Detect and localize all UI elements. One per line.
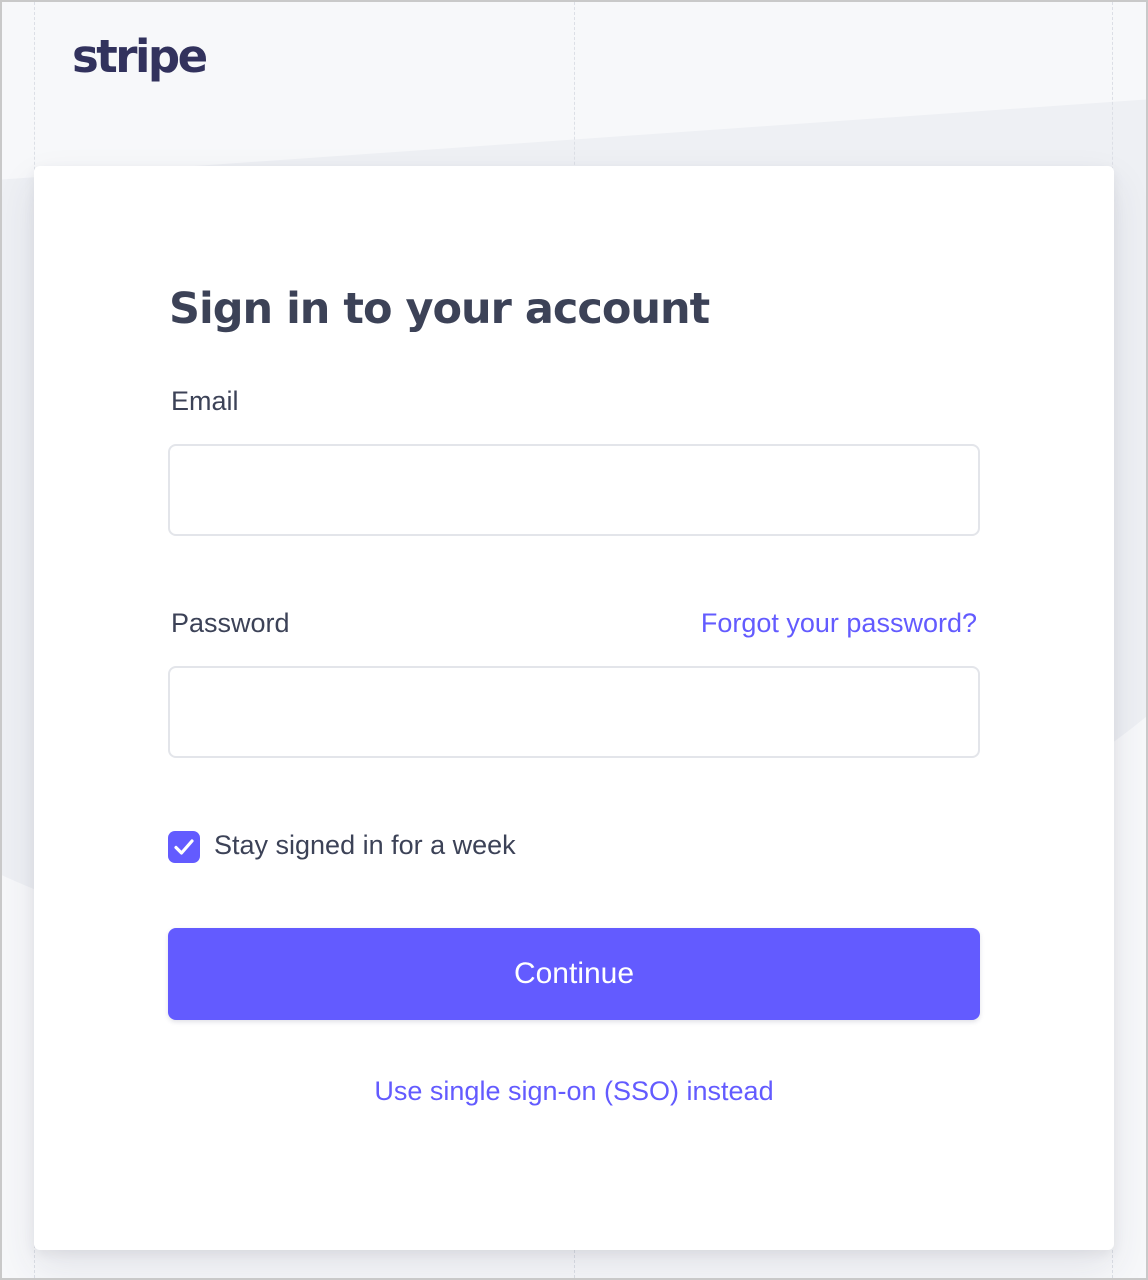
password-field[interactable] [168,666,980,758]
continue-button[interactable]: Continue [168,928,980,1020]
page-frame: stripe Sign in to your account Email Pas… [0,0,1148,1280]
forgot-password-link[interactable]: Forgot your password? [701,608,977,639]
sso-link[interactable]: Use single sign-on (SSO) instead [34,1076,1114,1107]
check-icon [174,839,194,855]
signin-card: Sign in to your account Email Password F… [34,166,1114,1250]
stripe-logo[interactable]: stripe [72,30,208,83]
stay-signed-in-checkbox[interactable] [168,831,200,863]
stay-signed-in-label[interactable]: Stay signed in for a week [214,830,516,861]
password-label: Password [171,608,290,638]
page-title: Sign in to your account [169,284,710,334]
email-field[interactable] [168,444,980,536]
email-label: Email [171,386,239,416]
